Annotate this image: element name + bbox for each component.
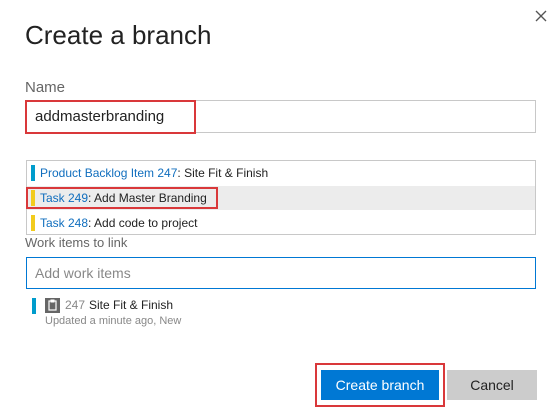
linked-item-meta: Updated a minute ago, New (45, 315, 182, 327)
dialog-title: Create a branch (25, 20, 212, 50)
backlog-item-icon (45, 298, 60, 313)
work-items-label: Work items to link (25, 235, 128, 250)
suggestion-color-bar (31, 165, 35, 181)
suggestion-color-bar (31, 215, 35, 231)
name-label: Name (25, 79, 66, 96)
cancel-button[interactable]: Cancel (447, 370, 537, 400)
suggestion-item-task-249[interactable]: Task 249: Add Master Branding (27, 186, 535, 210)
linked-item-color-bar (32, 298, 36, 314)
work-items-input[interactable] (26, 257, 536, 289)
linked-work-item: 247 Site Fit & Finish Updated a minute a… (32, 296, 432, 336)
suggestion-type: Task 248 (40, 216, 89, 230)
linked-item-title: Site Fit & Finish (89, 298, 174, 312)
suggestion-title: Add code to project (94, 216, 198, 230)
close-icon[interactable] (530, 5, 552, 27)
suggestion-type: Task 249 (40, 191, 89, 205)
suggestion-item-pbi-247[interactable]: Product Backlog Item 247: Site Fit & Fin… (27, 161, 535, 185)
suggestion-title: Site Fit & Finish (184, 166, 269, 180)
create-branch-dialog: Create a branch Name Product Backlog Ite… (0, 0, 560, 413)
suggestion-title: Add Master Branding (94, 191, 207, 205)
suggestion-item-task-248[interactable]: Task 248: Add code to project (27, 211, 535, 235)
suggestion-color-bar (31, 190, 35, 206)
suggestion-type: Product Backlog Item 247 (40, 166, 178, 180)
work-item-suggestions: Product Backlog Item 247: Site Fit & Fin… (26, 160, 536, 235)
linked-item-id: 247 (65, 298, 86, 312)
branch-name-input[interactable] (26, 100, 536, 133)
create-branch-button[interactable]: Create branch (321, 370, 439, 400)
